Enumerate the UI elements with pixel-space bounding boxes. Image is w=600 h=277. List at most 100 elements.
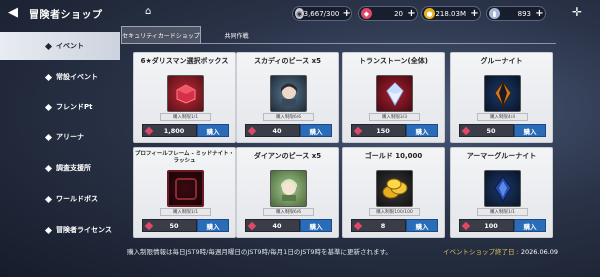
purchase-limit: 購入制限1/1	[160, 113, 211, 121]
expire-label: イベントショップ終了日 :	[443, 248, 519, 256]
currency-ticket: ▮ 893 +	[486, 6, 546, 21]
sidebar-bullet-icon	[44, 226, 53, 234]
shop-item-card[interactable]: 6★ダリスマン選択ボックス 購入制限1/1 1,800 購入	[133, 52, 236, 143]
shop-item-card[interactable]: グルーナイト 購入制限4/4 50 購入	[450, 52, 553, 143]
currency-gold: ● 218.03M +	[421, 6, 481, 21]
gem-value: 20	[394, 9, 403, 18]
sidebar-bullet-icon	[44, 195, 53, 203]
shop-expire-info: イベントショップ終了日 : 2026.06.09	[443, 246, 558, 256]
page-title: 冒険者ショップ	[29, 10, 103, 21]
sidebar-item-label: 常設イベント	[56, 73, 98, 81]
home-icon[interactable]: ⌂	[145, 6, 151, 17]
sidebar-item-friend-pt[interactable]: フレンドPt	[0, 93, 118, 121]
price-value: 8	[380, 221, 386, 230]
price-value: 1,800	[163, 126, 185, 135]
buy-button[interactable]: 購入	[406, 219, 438, 232]
expire-date: 2026.06.09	[520, 248, 559, 256]
add-gold-button[interactable]: +	[469, 8, 480, 19]
sidebar-item-event[interactable]: イベント	[0, 32, 120, 60]
back-arrow-icon[interactable]: ◀	[8, 5, 18, 20]
purchase-limit: 購入制限4/4	[477, 113, 528, 121]
sidebar-item-research-support[interactable]: 調査支援所	[0, 154, 118, 182]
red-box-icon	[167, 75, 204, 112]
glue-knight-icon	[484, 75, 521, 112]
purchase-limit: 購入制限6/6	[263, 113, 314, 121]
purchase-limit: 購入制限100/100	[369, 208, 420, 216]
price-tag: 8	[351, 219, 406, 232]
shop-tabs: セキュリティカードショップ 共同作戦	[121, 26, 556, 44]
item-name: スカディのピース x5	[254, 57, 321, 65]
buy-button[interactable]: 購入	[514, 219, 546, 232]
purchase-limit: 購入制限1/1	[477, 208, 528, 216]
buy-button[interactable]: 購入	[300, 124, 332, 137]
tab-joint-operation[interactable]: 共同作戦	[209, 26, 264, 44]
price-tag: 50	[142, 219, 197, 232]
buy-button[interactable]: 購入	[514, 124, 546, 137]
sidebar-item-label: 調査支援所	[56, 164, 91, 172]
shop-item-card[interactable]: スカディのピース x5 購入制限6/6 40 購入	[236, 52, 339, 143]
add-gem-button[interactable]: +	[406, 8, 417, 19]
shop-item-card[interactable]: ダイアンのピース x5 購入制限6/6 40 購入	[236, 147, 339, 238]
ticket-value: 893	[517, 9, 531, 18]
sidebar-item-label: フレンドPt	[56, 103, 93, 111]
refresh-note: 購入制限情報は毎日JST9時/毎週月曜日のJST9時/毎月1日のJST9時を基準…	[127, 248, 392, 256]
price-value: 150	[376, 126, 390, 135]
item-name: プロフィールフレーム - ミッドナイト・ラッシュ	[134, 151, 235, 164]
purchase-limit: 購入制限1/1	[160, 208, 211, 216]
shop-item-card[interactable]: アーマーグルーナイト 購入制限1/1 100 購入	[450, 147, 553, 238]
sidebar-item-arena[interactable]: アリーナ	[0, 123, 118, 151]
purchase-limit: 購入制限6/6	[263, 208, 314, 216]
item-name: アーマーグルーナイト	[466, 152, 537, 160]
price-tag: 1,800	[142, 124, 197, 137]
tab-label: 共同作戦	[224, 32, 249, 40]
gold-coin-icon: ●	[424, 8, 435, 19]
sidebar-item-adventurer-license[interactable]: 冒険者ライセンス	[0, 216, 118, 244]
item-name: ゴールド 10,000	[364, 152, 423, 160]
add-ticket-button[interactable]: +	[534, 8, 545, 19]
sidebar-bullet-icon	[44, 133, 53, 141]
price-value: 40	[272, 221, 282, 230]
menu-icon[interactable]: ✛	[572, 5, 582, 19]
sidebar-bullet-icon	[44, 103, 53, 111]
stamina-icon: ◉	[295, 8, 304, 19]
sidebar-item-label: 冒険者ライセンス	[56, 226, 112, 234]
red-gem-icon: ◆	[361, 8, 372, 19]
price-value: 40	[272, 126, 282, 135]
price-tag: 40	[245, 219, 300, 232]
currency-stamina: ◉ 3,667/300 +	[292, 6, 352, 21]
price-tag: 100	[459, 219, 514, 232]
price-value: 50	[169, 221, 179, 230]
skadi-portrait-icon	[270, 75, 307, 112]
sidebar-bullet-icon	[44, 73, 53, 81]
gold-coins-icon	[376, 170, 413, 207]
buy-button[interactable]: 購入	[197, 219, 229, 232]
diane-portrait-icon	[270, 170, 307, 207]
item-name: トランストーン(全体)	[359, 57, 428, 65]
tab-label: セキュリティカードショップ	[122, 33, 200, 40]
sidebar-item-world-boss[interactable]: ワールドボス	[0, 185, 118, 213]
armor-glue-knight-icon	[484, 170, 521, 207]
shop-item-card[interactable]: プロフィールフレーム - ミッドナイト・ラッシュ 購入制限1/1 50 購入	[133, 147, 236, 238]
price-value: 100	[484, 221, 498, 230]
gold-value: 218.03M	[435, 9, 466, 18]
price-tag: 40	[245, 124, 300, 137]
shop-item-card[interactable]: ゴールド 10,000 購入制限100/100 8 購入	[342, 147, 445, 238]
price-value: 50	[486, 126, 496, 135]
buy-button[interactable]: 購入	[197, 124, 229, 137]
item-name: グルーナイト	[480, 57, 523, 65]
sidebar-item-label: ワールドボス	[56, 195, 98, 203]
profile-frame-icon	[167, 170, 204, 207]
buy-button[interactable]: 購入	[300, 219, 332, 232]
add-stamina-button[interactable]: +	[342, 8, 351, 19]
item-name: 6★ダリスマン選択ボックス	[140, 57, 229, 65]
buy-button[interactable]: 購入	[406, 124, 438, 137]
purchase-limit: 購入制限3/3	[369, 113, 420, 121]
top-bar: ◀ 冒険者ショップ ⌂ ◉ 3,667/300 + ◆ 20 + ● 218.0…	[0, 0, 600, 26]
sidebar-item-permanent-event[interactable]: 常設イベント	[0, 63, 118, 91]
sidebar-bullet-icon	[44, 42, 53, 50]
shop-item-card[interactable]: トランストーン(全体) 購入制限3/3 150 購入	[342, 52, 445, 143]
ticket-icon: ▮	[489, 8, 500, 19]
tab-security-card-shop[interactable]: セキュリティカードショップ	[121, 26, 201, 44]
sidebar-item-label: アリーナ	[56, 133, 84, 141]
sidebar-item-label: イベント	[56, 42, 84, 50]
